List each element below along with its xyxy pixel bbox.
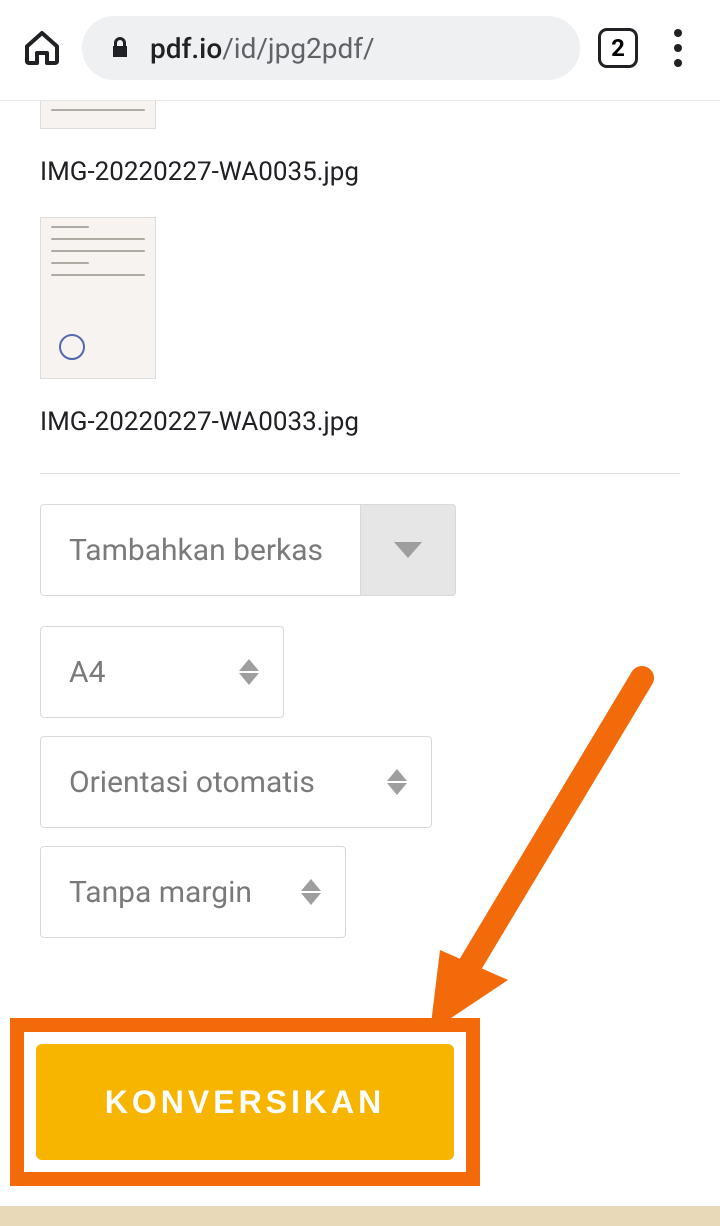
- divider: [40, 473, 680, 474]
- url-domain: pdf.io: [150, 32, 222, 65]
- orientation-select[interactable]: Orientasi otomatis: [40, 736, 432, 828]
- convert-button[interactable]: KONVERSIKAN: [36, 1044, 454, 1160]
- add-file-label: Tambahkan berkas: [69, 533, 323, 568]
- file-thumbnail: [40, 217, 156, 379]
- page-content: IMG-20220227-WA0035.jpg IMG-20220227-WA0…: [0, 101, 720, 938]
- file-name: IMG-20220227-WA0033.jpg: [40, 407, 680, 437]
- home-icon: [22, 28, 62, 68]
- file-item[interactable]: IMG-20220227-WA0035.jpg: [40, 101, 680, 187]
- file-thumbnail: [40, 101, 156, 129]
- add-file-dropdown-button[interactable]: [360, 504, 456, 596]
- orientation-value: Orientasi otomatis: [69, 765, 315, 800]
- url-text: pdf.io/id/jpg2pdf/: [150, 32, 375, 65]
- select-arrows-icon: [387, 769, 407, 795]
- url-bar[interactable]: pdf.io/id/jpg2pdf/: [82, 16, 580, 80]
- margin-select[interactable]: Tanpa margin: [40, 846, 346, 938]
- file-item[interactable]: IMG-20220227-WA0033.jpg: [40, 217, 680, 437]
- url-path: /id/jpg2pdf/: [222, 32, 374, 65]
- add-file-button[interactable]: Tambahkan berkas: [40, 504, 360, 596]
- convert-highlight-box: KONVERSIKAN: [10, 1018, 480, 1186]
- chevron-down-icon: [394, 542, 422, 558]
- more-menu-button[interactable]: [656, 29, 700, 67]
- home-button[interactable]: [20, 26, 64, 70]
- select-arrows-icon: [301, 879, 321, 905]
- file-name: IMG-20220227-WA0035.jpg: [40, 157, 680, 187]
- convert-label: KONVERSIKAN: [105, 1084, 385, 1121]
- page-size-select[interactable]: A4: [40, 626, 284, 718]
- margin-value: Tanpa margin: [69, 875, 252, 910]
- lock-icon: [108, 34, 132, 62]
- page-size-value: A4: [69, 655, 105, 690]
- select-arrows-icon: [239, 659, 259, 685]
- dots-icon: [674, 29, 682, 37]
- tabs-button[interactable]: 2: [598, 28, 638, 68]
- tab-count: 2: [611, 34, 625, 62]
- bottom-edge: [0, 1206, 720, 1226]
- browser-toolbar: pdf.io/id/jpg2pdf/ 2: [0, 0, 720, 101]
